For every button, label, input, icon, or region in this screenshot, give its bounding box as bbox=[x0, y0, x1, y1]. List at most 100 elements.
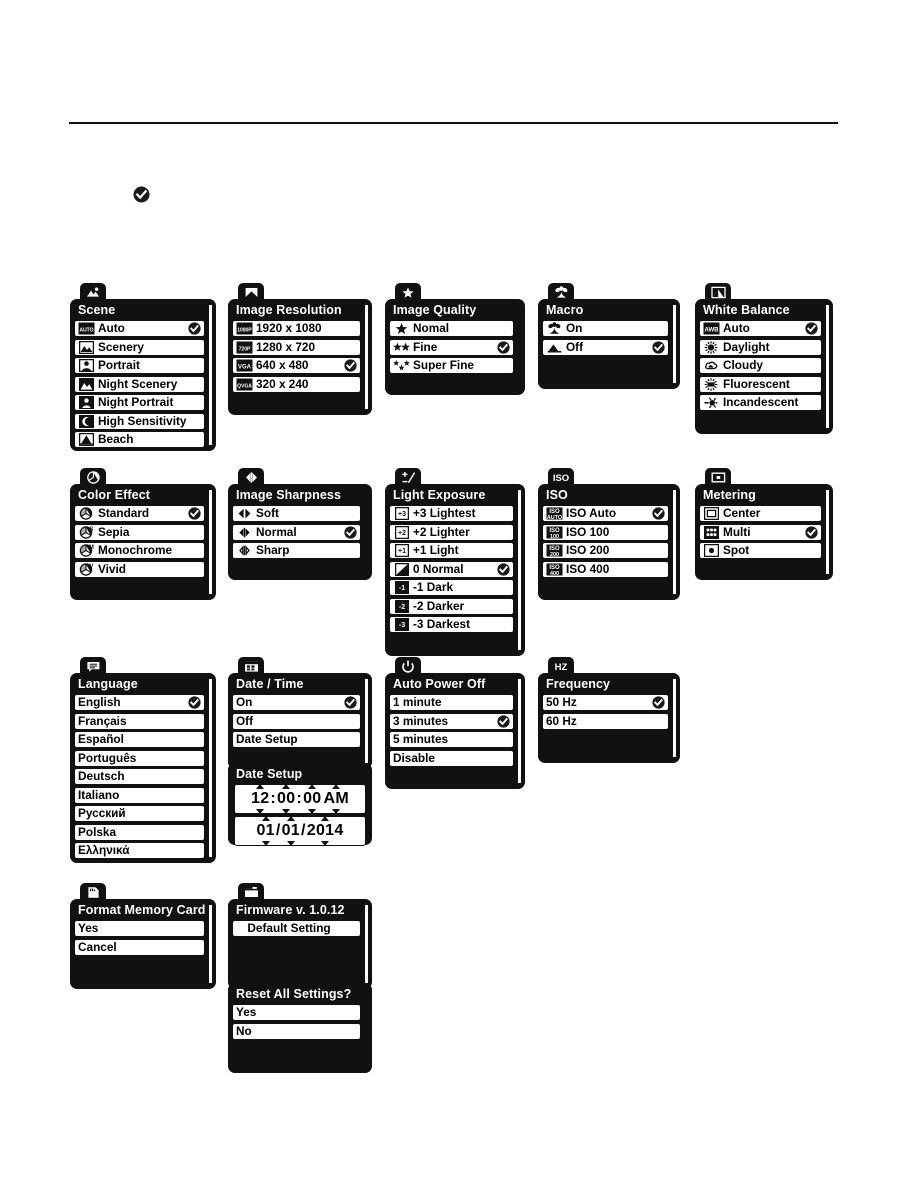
spin-down-arrow[interactable] bbox=[321, 841, 330, 846]
menu-item[interactable]: Scenery bbox=[74, 338, 205, 356]
scroll-down-arrow[interactable] bbox=[207, 446, 213, 451]
spin-up-arrow[interactable] bbox=[286, 816, 295, 821]
menu-item[interactable]: Beach bbox=[74, 431, 205, 448]
scrollbar[interactable] bbox=[516, 484, 523, 656]
menu-item[interactable]: 5 minutes bbox=[389, 731, 514, 748]
spin-down-arrow[interactable] bbox=[261, 841, 270, 846]
scrollbar[interactable] bbox=[671, 299, 678, 389]
menu-item[interactable]: V Vivid bbox=[74, 560, 205, 578]
time-spinner-field[interactable]: 00 bbox=[302, 784, 322, 814]
menu-item[interactable]: ISO AUTO ISO Auto bbox=[542, 505, 669, 522]
scroll-down-arrow[interactable] bbox=[207, 984, 213, 989]
menu-item[interactable]: Fluorescent bbox=[699, 375, 822, 393]
menu-item[interactable]: Deutsch bbox=[74, 768, 205, 785]
scrollbar[interactable] bbox=[824, 299, 831, 434]
menu-item[interactable]: Português bbox=[74, 749, 205, 767]
menu-item[interactable]: -3 -3 Darkest bbox=[389, 616, 514, 633]
menu-item[interactable]: Incandescent bbox=[699, 394, 822, 411]
menu-item[interactable]: Standard bbox=[74, 505, 205, 522]
scrollbar-track[interactable] bbox=[208, 678, 213, 858]
scroll-down-arrow[interactable] bbox=[207, 595, 213, 600]
scroll-down-arrow[interactable] bbox=[363, 410, 369, 415]
menu-item[interactable]: Cloudy bbox=[699, 357, 822, 374]
scrollbar[interactable] bbox=[207, 899, 214, 989]
spin-up-arrow[interactable] bbox=[261, 816, 270, 821]
menu-item[interactable]: QVGA 320 x 240 bbox=[232, 375, 361, 393]
spin-up-arrow[interactable] bbox=[321, 816, 330, 821]
time-row[interactable]: 12:00:00 AM bbox=[234, 784, 366, 814]
spin-down-arrow[interactable] bbox=[256, 809, 265, 814]
menu-item[interactable]: +2 +2 Lighter bbox=[389, 523, 514, 541]
date-spinner-field[interactable]: 01 bbox=[255, 816, 275, 846]
menu-item[interactable]: 60 Hz bbox=[542, 712, 669, 730]
menu-item[interactable]: On bbox=[232, 694, 361, 711]
menu-item[interactable]: Español bbox=[74, 731, 205, 748]
menu-item[interactable]: Night Scenery bbox=[74, 375, 205, 393]
scrollbar-track[interactable] bbox=[672, 304, 677, 384]
spin-down-arrow[interactable] bbox=[282, 809, 291, 814]
spin-up-arrow[interactable] bbox=[308, 784, 317, 789]
menu-item[interactable]: Portrait bbox=[74, 357, 205, 374]
menu-item[interactable]: VGA 640 x 480 bbox=[232, 357, 361, 374]
menu-item[interactable]: Disable bbox=[389, 749, 514, 767]
menu-item[interactable]: Cancel bbox=[74, 938, 205, 956]
menu-item[interactable]: Center bbox=[699, 505, 822, 522]
scrollbar[interactable] bbox=[671, 484, 678, 600]
menu-item[interactable]: Multi bbox=[699, 523, 822, 541]
scrollbar-track[interactable] bbox=[364, 678, 369, 764]
scrollbar[interactable] bbox=[824, 484, 831, 580]
date-spinner-field[interactable]: 2014 bbox=[306, 816, 345, 846]
spin-down-arrow[interactable] bbox=[332, 809, 341, 814]
menu-item[interactable]: -2 -2 Darker bbox=[389, 597, 514, 615]
scrollbar[interactable] bbox=[207, 299, 214, 451]
menu-item[interactable]: M Monochrome bbox=[74, 542, 205, 559]
menu-item[interactable]: +3 +3 Lightest bbox=[389, 505, 514, 522]
scroll-down-arrow[interactable] bbox=[671, 384, 677, 389]
scrollbar[interactable] bbox=[207, 673, 214, 863]
scrollbar[interactable] bbox=[671, 673, 678, 763]
menu-item[interactable]: Off bbox=[542, 338, 669, 356]
menu-item[interactable]: Super Fine bbox=[389, 357, 514, 374]
scrollbar-track[interactable] bbox=[208, 304, 213, 446]
scrollbar-track[interactable] bbox=[364, 304, 369, 410]
date-spinner-field[interactable]: 01 bbox=[281, 816, 301, 846]
menu-item[interactable]: ISO 400 ISO 400 bbox=[542, 560, 669, 578]
scroll-down-arrow[interactable] bbox=[671, 758, 677, 763]
menu-item[interactable]: ISO 100 ISO 100 bbox=[542, 523, 669, 541]
menu-item[interactable]: English bbox=[74, 694, 205, 711]
menu-item[interactable]: Default Setting bbox=[232, 920, 361, 937]
scrollbar[interactable] bbox=[516, 673, 523, 789]
scroll-down-arrow[interactable] bbox=[207, 858, 213, 863]
scroll-down-arrow[interactable] bbox=[824, 575, 830, 580]
scrollbar-track[interactable] bbox=[364, 904, 369, 984]
scrollbar-track[interactable] bbox=[825, 304, 830, 429]
menu-item[interactable]: 50 Hz bbox=[542, 694, 669, 711]
scrollbar[interactable] bbox=[363, 899, 370, 989]
time-spinner-field[interactable]: AM bbox=[323, 784, 350, 814]
spin-up-arrow[interactable] bbox=[332, 784, 341, 789]
scrollbar-track[interactable] bbox=[517, 489, 522, 651]
menu-item[interactable]: S Sepia bbox=[74, 523, 205, 541]
menu-item[interactable]: No bbox=[232, 1022, 361, 1040]
date-row[interactable]: 01/01/2014 bbox=[234, 816, 366, 846]
menu-item[interactable]: -1 -1 Dark bbox=[389, 579, 514, 596]
menu-item[interactable]: Fine bbox=[389, 338, 514, 356]
menu-item[interactable]: AUTO Auto bbox=[74, 320, 205, 337]
menu-item[interactable]: ISO 200 ISO 200 bbox=[542, 542, 669, 559]
spin-down-arrow[interactable] bbox=[286, 841, 295, 846]
scroll-down-arrow[interactable] bbox=[824, 429, 830, 434]
menu-item[interactable]: High Sensitivity bbox=[74, 412, 205, 430]
scroll-down-arrow[interactable] bbox=[516, 651, 522, 656]
scroll-down-arrow[interactable] bbox=[516, 784, 522, 789]
time-spinner-field[interactable]: 00 bbox=[276, 784, 296, 814]
menu-item[interactable]: +1 +1 Light bbox=[389, 542, 514, 559]
menu-item[interactable]: Français bbox=[74, 712, 205, 730]
menu-item[interactable]: Ελληνικά bbox=[74, 842, 205, 859]
menu-item[interactable]: Date Setup bbox=[232, 731, 361, 748]
scroll-down-arrow[interactable] bbox=[671, 595, 677, 600]
menu-item[interactable]: Italiano bbox=[74, 786, 205, 804]
scrollbar-track[interactable] bbox=[208, 904, 213, 984]
menu-item[interactable]: 0 Normal bbox=[389, 560, 514, 578]
menu-item[interactable]: Русский bbox=[74, 805, 205, 822]
spin-up-arrow[interactable] bbox=[256, 784, 265, 789]
